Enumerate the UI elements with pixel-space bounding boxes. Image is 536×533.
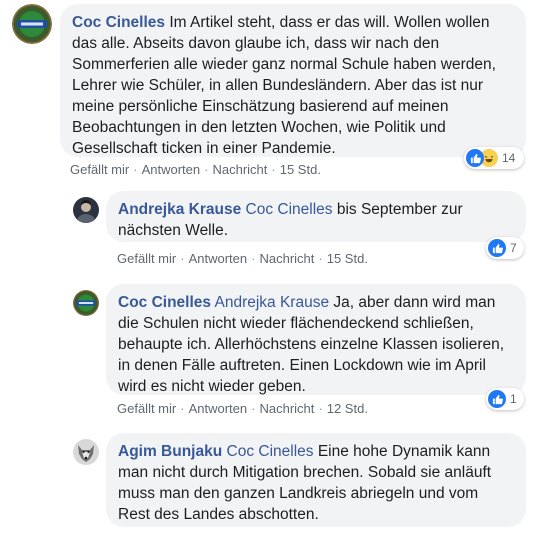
comment-author[interactable]: Coc Cinelles: [72, 14, 165, 31]
comment-author[interactable]: Andrejka Krause: [118, 201, 241, 218]
reaction-summary[interactable]: 7: [486, 237, 524, 259]
timestamp[interactable]: 12 Std.: [327, 401, 368, 416]
message-link[interactable]: Nachricht: [259, 251, 314, 266]
comment-bubble: Coc Cinelles Im Artikel steht, dass er d…: [60, 4, 526, 157]
team-logo-icon: [73, 290, 99, 316]
reaction-count: 7: [510, 241, 517, 255]
separator: ·: [271, 162, 276, 177]
reaction-summary[interactable]: 1: [486, 388, 524, 410]
mention-link[interactable]: Coc Cinelles: [246, 201, 333, 218]
mention-link[interactable]: Coc Cinelles: [227, 443, 314, 460]
like-icon: [488, 390, 506, 408]
comment-bubble: Coc Cinelles Andrejka Krause Ja, aber da…: [106, 284, 526, 395]
separator: ·: [251, 401, 256, 416]
timestamp[interactable]: 15 Std.: [280, 162, 321, 177]
separator: ·: [133, 162, 138, 177]
avatar-coc-cinelles[interactable]: [12, 4, 52, 44]
comment-author[interactable]: Agim Bunjaku: [118, 443, 222, 460]
reaction-summary[interactable]: 14: [464, 147, 524, 169]
reaction-count: 14: [502, 151, 516, 165]
separator: ·: [180, 401, 185, 416]
separator: ·: [204, 162, 209, 177]
avatar-agim-bunjaku[interactable]: [73, 439, 99, 465]
separator: ·: [251, 251, 256, 266]
mention-link[interactable]: Andrejka Krause: [214, 294, 329, 311]
comment-author[interactable]: Coc Cinelles: [118, 294, 211, 311]
comment-actions: Gefällt mir · Antworten · Nachricht · 15 Std.: [117, 251, 368, 266]
message-link[interactable]: Nachricht: [259, 401, 314, 416]
avatar-coc-cinelles[interactable]: [73, 290, 99, 316]
comment-actions: Gefällt mir · Antworten · Nachricht · 15 Std.: [70, 162, 321, 177]
like-link[interactable]: Gefällt mir: [70, 162, 129, 177]
comment-bubble: Andrejka Krause Coc Cinelles bis Septemb…: [106, 191, 526, 242]
like-icon: [488, 239, 506, 257]
separator: ·: [318, 401, 323, 416]
reply-link[interactable]: Antworten: [189, 251, 248, 266]
avatar-andrejka-krause[interactable]: [73, 197, 99, 223]
separator: ·: [318, 251, 323, 266]
comment-actions: Gefällt mir · Antworten · Nachricht · 12 Std.: [117, 401, 368, 416]
profile-photo-icon: [73, 197, 99, 223]
wolf-photo-icon: [73, 439, 99, 465]
like-link[interactable]: Gefällt mir: [117, 251, 176, 266]
timestamp[interactable]: 15 Std.: [327, 251, 368, 266]
message-link[interactable]: Nachricht: [212, 162, 267, 177]
comment-bubble: Agim Bunjaku Coc Cinelles Eine hohe Dyna…: [106, 433, 526, 527]
separator: ·: [180, 251, 185, 266]
comment-text: Im Artikel steht, dass er das will. Woll…: [72, 14, 496, 157]
team-logo-icon: [12, 4, 52, 44]
like-icon: [466, 149, 484, 167]
like-link[interactable]: Gefällt mir: [117, 401, 176, 416]
reply-link[interactable]: Antworten: [142, 162, 201, 177]
reaction-count: 1: [510, 392, 517, 406]
reply-link[interactable]: Antworten: [189, 401, 248, 416]
